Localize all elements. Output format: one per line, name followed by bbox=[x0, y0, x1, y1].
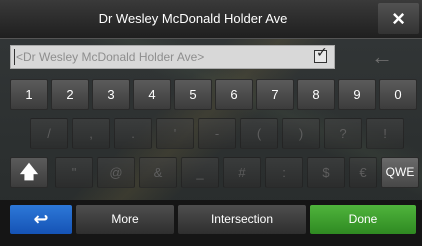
key-3[interactable]: 3 bbox=[92, 79, 130, 110]
key-hyphen: - bbox=[198, 118, 236, 149]
key-hash: # bbox=[223, 157, 261, 188]
key-comma: , bbox=[72, 118, 110, 149]
checkbox-icon[interactable]: ✓ bbox=[314, 44, 328, 63]
title-bar: Dr Wesley McDonald Holder Ave × bbox=[0, 0, 422, 39]
key-close-paren: ) bbox=[282, 118, 320, 149]
key-1[interactable]: 1 bbox=[10, 79, 48, 110]
key-apostrophe: ' bbox=[156, 118, 194, 149]
shift-key[interactable]: 🡅 bbox=[10, 157, 48, 188]
search-input-value: <Dr Wesley McDonald Holder Ave> bbox=[13, 46, 204, 68]
key-6[interactable]: 6 bbox=[215, 79, 253, 110]
key-open-paren: ( bbox=[240, 118, 278, 149]
back-button[interactable]: ↩ bbox=[10, 205, 72, 234]
key-7[interactable]: 7 bbox=[256, 79, 294, 110]
key-2[interactable]: 2 bbox=[51, 79, 89, 110]
key-5[interactable]: 5 bbox=[174, 79, 212, 110]
backspace-arrow-icon: ← bbox=[371, 44, 393, 69]
key-euro: € bbox=[349, 157, 377, 188]
close-button[interactable]: × bbox=[378, 3, 419, 34]
intersection-button[interactable]: Intersection bbox=[178, 205, 306, 234]
key-ampersand: & bbox=[139, 157, 177, 188]
backspace-button[interactable]: ← bbox=[345, 42, 419, 72]
key-exclamation: ! bbox=[366, 118, 404, 149]
back-arrow-icon: ↩ bbox=[33, 209, 49, 229]
key-9[interactable]: 9 bbox=[338, 79, 376, 110]
key-dollar: $ bbox=[307, 157, 345, 188]
key-at: @ bbox=[97, 157, 135, 188]
page-title: Dr Wesley McDonald Holder Ave bbox=[98, 11, 288, 26]
key-8[interactable]: 8 bbox=[297, 79, 335, 110]
key-quote: " bbox=[55, 157, 93, 188]
key-slash: / bbox=[30, 118, 68, 149]
shift-arrow-icon: 🡅 bbox=[19, 162, 39, 182]
key-period: . bbox=[114, 118, 152, 149]
done-button[interactable]: Done bbox=[310, 205, 416, 234]
key-0[interactable]: 0 bbox=[379, 79, 417, 110]
key-4[interactable]: 4 bbox=[133, 79, 171, 110]
layout-switch-button[interactable]: QWE bbox=[381, 157, 419, 188]
checkmark-icon: ✓ bbox=[316, 44, 328, 60]
key-question: ? bbox=[324, 118, 362, 149]
more-button[interactable]: More bbox=[76, 205, 174, 234]
key-space: _ bbox=[181, 157, 219, 188]
search-input[interactable]: <Dr Wesley McDonald Holder Ave> ✓ bbox=[10, 44, 335, 69]
key-colon: : bbox=[265, 157, 303, 188]
close-icon: × bbox=[392, 6, 405, 31]
